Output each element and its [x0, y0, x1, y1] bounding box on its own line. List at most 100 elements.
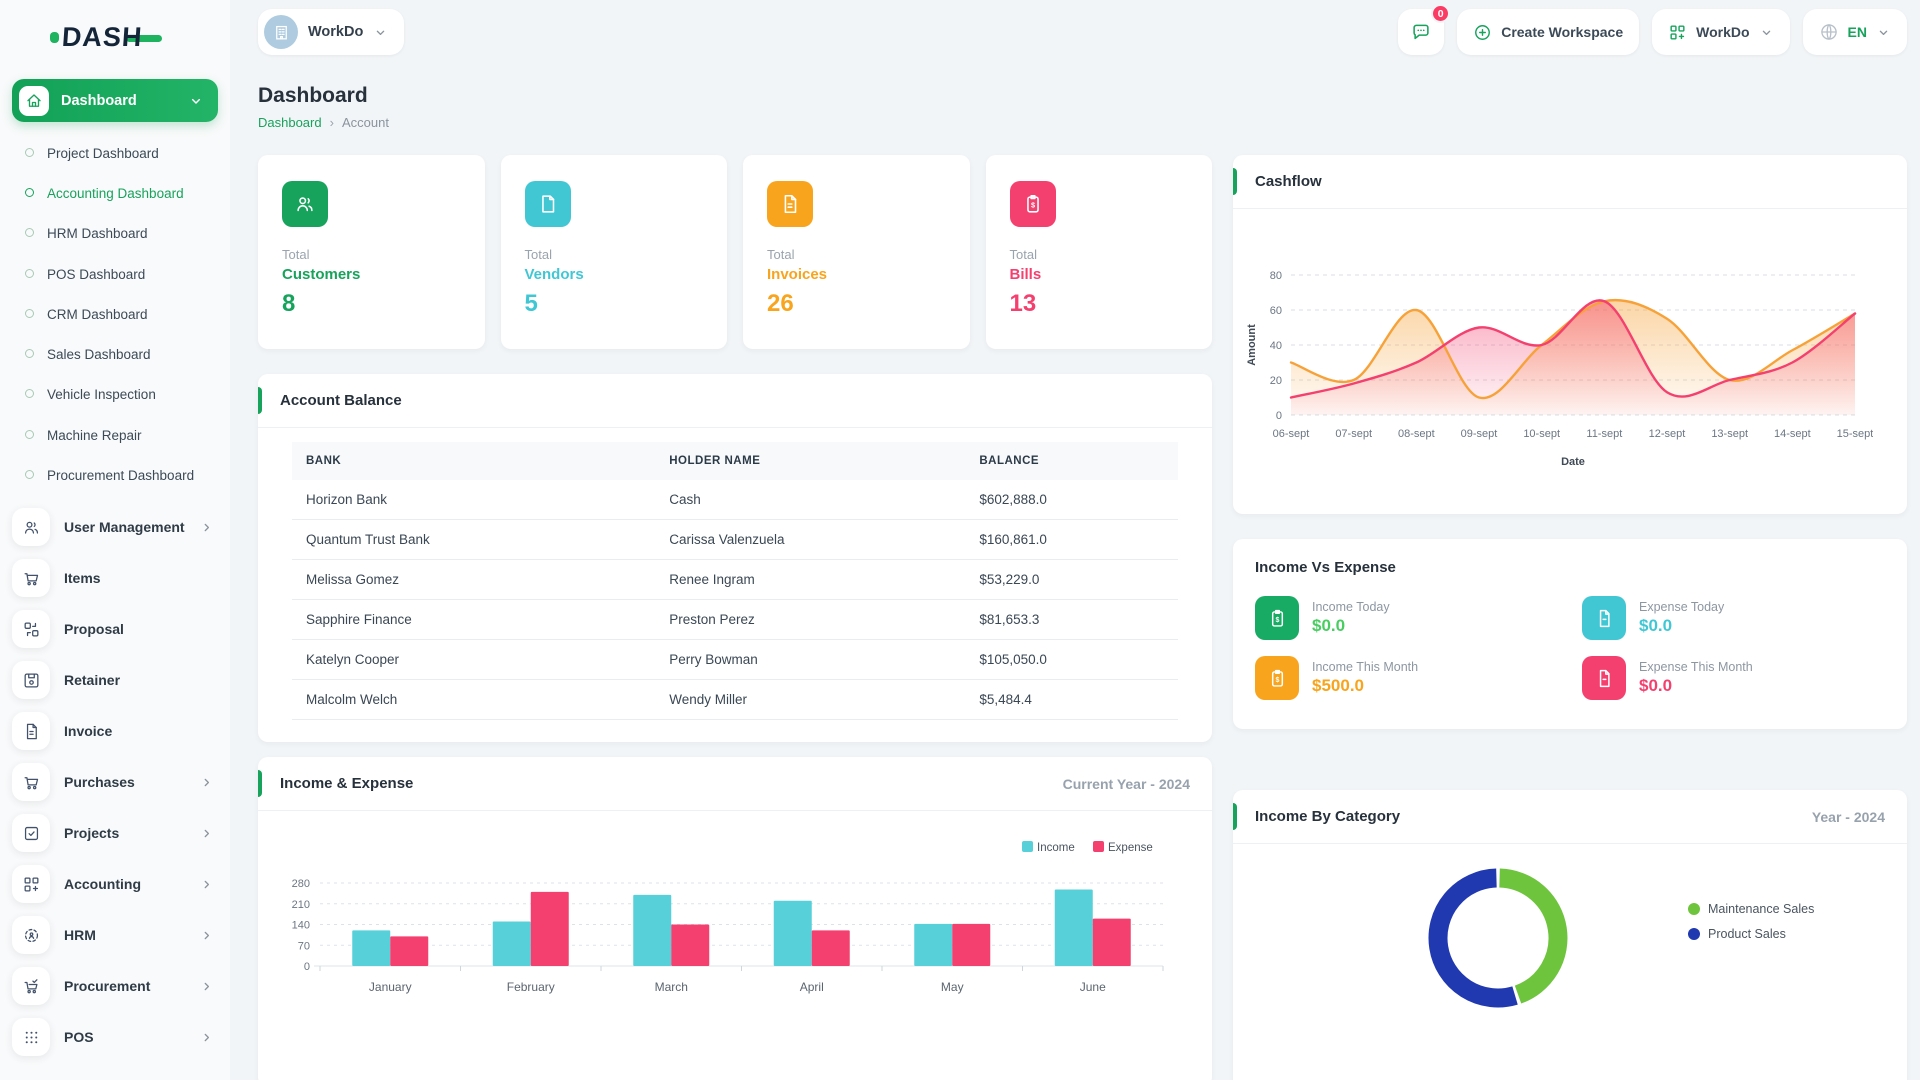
svg-text:08-sept: 08-sept — [1398, 428, 1435, 440]
plus-circle-icon — [1473, 23, 1492, 42]
sidebar-item-hrm[interactable]: HRM — [0, 910, 230, 961]
account-balance-head: Account Balance — [258, 374, 1212, 428]
sidebar-item-label: Projects — [64, 825, 185, 841]
workdo-menu-label: WorkDo — [1696, 24, 1749, 40]
stat-cards: TotalCustomers8TotalVendors5TotalInvoice… — [258, 155, 1212, 349]
chat-icon — [1410, 21, 1432, 43]
balance-cell: $5,484.4 — [965, 680, 1178, 720]
chevron-right-icon — [199, 826, 214, 841]
accounting-icon — [12, 865, 50, 903]
svg-text:20: 20 — [1270, 375, 1282, 387]
stat-value: 8 — [282, 290, 461, 318]
sidebar-subitem-pos-dashboard[interactable]: POS Dashboard — [0, 255, 230, 295]
workdo-menu-button[interactable]: WorkDo — [1652, 9, 1789, 55]
svg-text:March: March — [655, 980, 688, 994]
grid-plus-icon — [1668, 23, 1687, 42]
sidebar-item-user-management[interactable]: User Management — [0, 502, 230, 553]
hrm-icon — [12, 916, 50, 954]
sidebar-item-projects[interactable]: Projects — [0, 808, 230, 859]
legend-label: Maintenance Sales — [1708, 902, 1814, 916]
sidebar-subitem-hrm-dashboard[interactable]: HRM Dashboard — [0, 214, 230, 254]
breadcrumb-dashboard-link[interactable]: Dashboard — [258, 115, 322, 130]
workspace-chip[interactable]: WorkDo — [258, 9, 404, 55]
ive-item-income-this-month: $Income This Month$500.0 — [1255, 656, 1558, 700]
invoice-file-icon — [767, 181, 813, 227]
income-expense-title: Income & Expense — [280, 775, 413, 792]
stat-label: Bills — [1010, 266, 1189, 283]
income-expense-bar-chart: 070140210280JanuaryFebruaryMarchAprilMay… — [258, 811, 1212, 1048]
income-by-category-title: Income By Category — [1255, 808, 1400, 825]
content: TotalCustomers8TotalVendors5TotalInvoice… — [258, 155, 1907, 1080]
svg-text:Date: Date — [1561, 456, 1585, 468]
sidebar-subitem-project-dashboard[interactable]: Project Dashboard — [0, 134, 230, 174]
table-row: Horizon BankCash$602,888.0 — [292, 480, 1178, 520]
messages-button[interactable]: 0 — [1398, 9, 1444, 55]
procurement-icon — [12, 967, 50, 1005]
home-icon — [19, 86, 49, 116]
chevron-right-icon — [199, 928, 214, 943]
ive-item-expense-today: Expense Today$0.0 — [1582, 596, 1885, 640]
bill-icon: $ — [1010, 181, 1056, 227]
ive-label: Income This Month — [1312, 660, 1418, 674]
create-workspace-label: Create Workspace — [1501, 24, 1623, 40]
holder-cell: Wendy Miller — [655, 680, 965, 720]
sidebar-subitem-accounting-dashboard[interactable]: Accounting Dashboard — [0, 174, 230, 214]
ive-item-expense-this-month: Expense This Month$0.0 — [1582, 656, 1885, 700]
brand-logo[interactable]: DASH — [50, 22, 230, 53]
sidebar-subitem-label: HRM Dashboard — [47, 225, 148, 243]
language-selector[interactable]: EN — [1803, 9, 1907, 55]
sidebar-subitem-vehicle-inspection[interactable]: Vehicle Inspection — [0, 375, 230, 415]
ive-value: $0.0 — [1312, 616, 1390, 636]
sidebar-item-dashboard[interactable]: Dashboard — [12, 79, 218, 122]
table-body: Horizon BankCash$602,888.0Quantum Trust … — [292, 480, 1178, 720]
stat-value: 5 — [525, 290, 704, 318]
svg-text:May: May — [941, 980, 964, 994]
chevron-down-icon — [1876, 25, 1891, 40]
income-by-category-body: Maintenance Sales Product Sales — [1233, 844, 1907, 1023]
stat-card-vendors: TotalVendors5 — [501, 155, 728, 349]
svg-text:15-sept: 15-sept — [1837, 428, 1873, 440]
sidebar-item-label: Purchases — [64, 774, 185, 790]
chevron-down-icon — [1759, 25, 1774, 40]
stat-top-label: Total — [1010, 247, 1189, 262]
bank-cell: Sapphire Finance — [292, 600, 655, 640]
breadcrumb-current: Account — [342, 115, 389, 130]
legend-dot-icon — [1688, 928, 1700, 940]
invoice-icon — [12, 712, 50, 750]
sidebar-item-accounting[interactable]: Accounting — [0, 859, 230, 910]
sidebar-item-procurement[interactable]: Procurement — [0, 961, 230, 1012]
chevron-right-icon — [199, 1030, 214, 1045]
stat-top-label: Total — [525, 247, 704, 262]
sidebar-item-retainer[interactable]: Retainer — [0, 655, 230, 706]
sidebar-subitem-label: Accounting Dashboard — [47, 185, 184, 203]
sidebar-subitem-crm-dashboard[interactable]: CRM Dashboard — [0, 295, 230, 335]
legend-item-product-sales: Product Sales — [1688, 927, 1814, 941]
income-vs-expense-card: Income Vs Expense $Income Today$0.0Expen… — [1233, 539, 1907, 729]
ive-value: $0.0 — [1639, 676, 1753, 696]
sidebar-item-purchases[interactable]: Purchases — [0, 757, 230, 808]
sidebar-item-pos[interactable]: POS — [0, 1012, 230, 1063]
sidebar-item-label: Items — [64, 570, 214, 586]
globe-icon — [1819, 22, 1839, 42]
sidebar-subitem-machine-repair[interactable]: Machine Repair — [0, 416, 230, 456]
sidebar-item-proposal[interactable]: Proposal — [0, 604, 230, 655]
chevron-down-icon — [188, 93, 204, 109]
svg-text:$: $ — [1030, 201, 1034, 210]
svg-text:April: April — [800, 980, 824, 994]
dashboard-submenu: Project Dashboard Accounting Dashboard HRM… — [0, 134, 230, 496]
svg-text:13-sept: 13-sept — [1711, 428, 1748, 440]
sidebar-subitem-sales-dashboard[interactable]: Sales Dashboard — [0, 335, 230, 375]
bullet-icon — [25, 430, 34, 439]
cashflow-title: Cashflow — [1255, 173, 1322, 190]
sidebar-item-items[interactable]: Items — [0, 553, 230, 604]
svg-text:January: January — [369, 980, 412, 994]
sidebar-item-invoice[interactable]: Invoice — [0, 706, 230, 757]
svg-text:280: 280 — [292, 878, 310, 890]
page-title: Dashboard — [258, 84, 1907, 108]
column-header: BANK — [292, 442, 655, 480]
create-workspace-button[interactable]: Create Workspace — [1457, 9, 1639, 55]
svg-text:70: 70 — [298, 940, 310, 952]
sidebar-subitem-procurement-dashboard[interactable]: Procurement Dashboard — [0, 456, 230, 496]
stat-value: 13 — [1010, 290, 1189, 318]
svg-text:07-sept: 07-sept — [1335, 428, 1372, 440]
